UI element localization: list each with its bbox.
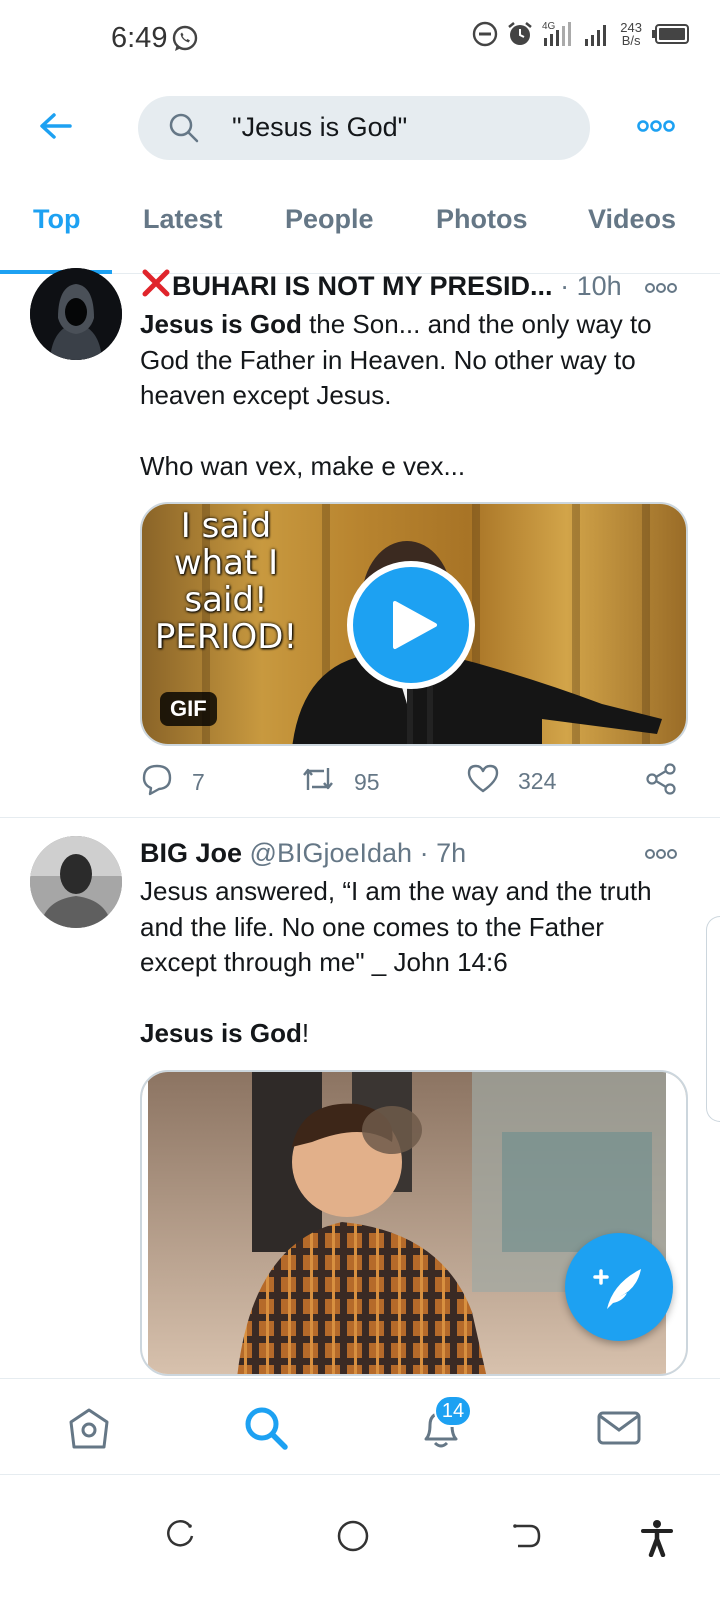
messages-icon[interactable] (596, 1405, 642, 1451)
system-navigation-bar (0, 1474, 720, 1600)
bottom-navigation: 14 (0, 1378, 720, 1474)
red-cross-icon (140, 268, 172, 305)
tweet-time[interactable]: 7h (436, 838, 466, 868)
accessibility-icon[interactable] (640, 1519, 674, 1558)
alarm-icon (506, 20, 534, 48)
status-bar: 6:49 4G 243 B/s (0, 0, 720, 80)
tweet-text-bold: Jesus is God (140, 309, 302, 339)
tweet-text: Jesus is God the Son... and the only way… (140, 307, 680, 484)
tweet-header: BUHARI IS NOT MY PRESID... · 10h (140, 268, 622, 305)
display-name[interactable]: BIG Joe (140, 838, 242, 868)
retweet-button[interactable]: 95 (300, 762, 380, 802)
net-speed: 243 B/s (620, 21, 642, 47)
separator: · (560, 271, 570, 301)
tweet-time[interactable]: 10h (577, 271, 622, 301)
tweet-header: BIG Joe @BIGjoeIdah · 7h (140, 838, 466, 869)
tweet-text-bold: Jesus is God (140, 1017, 302, 1048)
tweet-text-line: Jesus answered, “I am the way and the tr… (140, 876, 652, 977)
overflow-menu-icon[interactable] (636, 114, 676, 138)
tab-videos[interactable]: Videos (588, 204, 676, 235)
signal-icon-2 (584, 21, 610, 47)
notification-badge: 14 (434, 1395, 472, 1427)
user-handle[interactable]: @BIGjoeIdah (250, 838, 413, 868)
status-time: 6:49 (111, 22, 168, 54)
compose-tweet-button[interactable] (565, 1233, 673, 1341)
tweet-more-icon[interactable] (644, 844, 678, 864)
tab-photos[interactable]: Photos (436, 204, 528, 235)
tweet-text: Jesus answered, “I am the way and the tr… (140, 874, 680, 1051)
share-button[interactable] (644, 762, 678, 802)
like-button[interactable]: 324 (466, 762, 556, 800)
tab-people[interactable]: People (285, 204, 374, 235)
signal-icon: 4G (542, 20, 576, 48)
search-nav-icon[interactable] (243, 1405, 289, 1451)
tweet-divider (0, 817, 720, 818)
compose-feather-icon (593, 1269, 641, 1309)
gif-media[interactable]: I said what I said! PERIOD! GIF (140, 502, 688, 746)
gif-badge: GIF (160, 692, 217, 726)
side-panel-edge[interactable] (706, 916, 720, 1122)
retweet-count: 95 (354, 768, 380, 795)
tweet[interactable]: BUHARI IS NOT MY PRESID... · 10h Jesus i… (0, 268, 720, 818)
net-speed-unit: B/s (621, 33, 641, 48)
search-tabs: Top Latest People Photos Videos (0, 190, 720, 274)
retweet-icon (300, 762, 336, 802)
tweet-text-line-2: Who wan vex, make e vex... (140, 450, 466, 481)
reply-count: 7 (192, 768, 205, 795)
gif-caption: I said what I said! PERIOD! (154, 506, 298, 657)
display-name[interactable]: BUHARI IS NOT MY PRESID... (172, 271, 553, 301)
network-type-label: 4G (542, 21, 556, 32)
heart-icon (466, 762, 500, 800)
search-field[interactable]: "Jesus is God" (138, 96, 590, 160)
tab-top[interactable]: Top (33, 204, 80, 235)
separator: · (419, 838, 429, 868)
like-count: 324 (518, 767, 557, 794)
battery-icon (652, 23, 690, 45)
back-arrow-icon[interactable] (36, 106, 76, 146)
search-header: "Jesus is God" (0, 90, 720, 162)
search-icon (168, 112, 200, 144)
tweet-text-suffix: ! (301, 1017, 310, 1048)
avatar[interactable] (30, 268, 122, 360)
tweet-more-icon[interactable] (644, 278, 678, 298)
reply-button[interactable]: 7 (140, 762, 205, 802)
home-circle-icon[interactable] (336, 1519, 370, 1553)
play-button[interactable] (347, 561, 475, 689)
recents-icon[interactable] (163, 1519, 197, 1553)
avatar[interactable] (30, 836, 122, 928)
share-icon (644, 762, 678, 802)
dnd-icon (472, 21, 498, 47)
reply-icon (140, 762, 174, 802)
whatsapp-icon (170, 24, 200, 54)
back-nav-icon[interactable] (510, 1519, 544, 1553)
tab-latest[interactable]: Latest (143, 204, 223, 235)
search-query-text: "Jesus is God" (232, 112, 408, 142)
home-icon[interactable] (66, 1405, 112, 1451)
tweet-actions: 7 95 324 (140, 762, 685, 802)
